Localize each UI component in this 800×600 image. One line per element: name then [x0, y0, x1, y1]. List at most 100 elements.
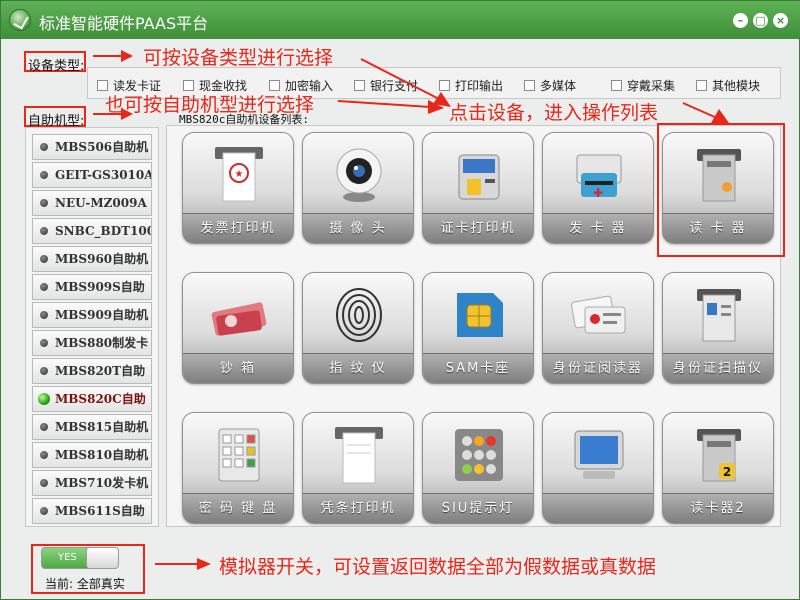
status-dot-icon	[38, 393, 50, 405]
device-tile[interactable]: 摄 像 头	[302, 132, 414, 244]
device-tile-label: 发票打印机	[183, 213, 293, 243]
toggle-hint-arrow-icon	[155, 558, 211, 570]
maximize-button[interactable]: □	[753, 13, 768, 28]
status-dot-icon	[40, 283, 48, 291]
device-tile-label: 身份证阅读器	[543, 353, 653, 383]
model-item-label: NEU-MZ009A	[55, 196, 147, 210]
device-tile[interactable]: 凭条打印机	[302, 412, 414, 524]
status-dot-icon	[40, 479, 48, 487]
toggle-on-label: YES	[42, 548, 88, 568]
device-tile[interactable]: SAM卡座	[422, 272, 534, 384]
status-dot-icon	[40, 255, 48, 263]
minimize-button[interactable]: –	[733, 13, 748, 28]
close-button[interactable]: ×	[773, 13, 788, 28]
device-tile-label: SAM卡座	[423, 353, 533, 383]
model-item[interactable]: GEIT-GS3010A	[32, 162, 152, 188]
model-item[interactable]: MBS960自助机	[32, 246, 152, 272]
model-item-label: MBS880制发卡	[55, 336, 149, 350]
model-item[interactable]: MBS880制发卡	[32, 330, 152, 356]
status-dot-icon	[40, 339, 48, 347]
device-tile-label: 钞 箱	[183, 353, 293, 383]
model-item-label: MBS815自助机	[55, 420, 149, 434]
status-dot-icon	[40, 507, 48, 515]
model-to-device-arrow-icon	[337, 100, 444, 114]
device-tile[interactable]: 2 读卡器2	[662, 412, 774, 524]
status-dot-icon	[40, 199, 48, 207]
model-item[interactable]: MBS909自助机	[32, 302, 152, 328]
model-item-label: MBS820T自助	[55, 364, 146, 378]
model-item-label: GEIT-GS3010A	[55, 168, 152, 182]
status-dot-icon	[40, 311, 48, 319]
device-tile-label: 读卡器2	[663, 493, 773, 523]
checkbox[interactable]	[524, 80, 535, 91]
model-item[interactable]: MBS710发卡机	[32, 470, 152, 496]
app-logo-icon	[9, 9, 31, 31]
device-tile-label: SIU提示灯	[423, 493, 533, 523]
device-tile-label: 指 纹 仪	[303, 353, 413, 383]
svg-text:✚: ✚	[593, 186, 603, 200]
model-item[interactable]: SNBC_BDT1000J	[32, 218, 152, 244]
category-option[interactable]: 多媒体	[524, 77, 576, 94]
status-dot-icon	[40, 423, 48, 431]
device-tile-label: 凭条打印机	[303, 493, 413, 523]
model-item-label: MBS909S自助	[55, 280, 145, 294]
device-tile-label: 摄 像 头	[303, 213, 413, 243]
svg-text:★: ★	[235, 169, 244, 180]
status-dot-icon	[40, 171, 48, 179]
simulator-toggle[interactable]: YES	[41, 547, 119, 569]
device-tile[interactable]: 指 纹 仪	[302, 272, 414, 384]
device-tile[interactable]: 钞 箱	[182, 272, 294, 384]
status-dot-icon	[40, 367, 48, 375]
model-item-label: MBS820C自助	[55, 392, 146, 406]
device-tile[interactable]: ✚ 发 卡 器	[542, 132, 654, 244]
device-tile[interactable]: SIU提示灯	[422, 412, 534, 524]
model-item-label: MBS710发卡机	[55, 476, 149, 490]
category-option[interactable]: 其他模块	[696, 77, 760, 94]
device-tile-label	[543, 493, 653, 523]
model-item[interactable]: MBS611S自助	[32, 498, 152, 524]
model-item[interactable]: MBS820C自助	[32, 386, 152, 412]
model-item[interactable]: MBS815自助机	[32, 414, 152, 440]
device-tile-label: 密 码 键 盘	[183, 493, 293, 523]
model-item-label: MBS611S自助	[55, 504, 145, 518]
device-tile[interactable]: 身份证阅读器	[542, 272, 654, 384]
device-tile-label: 证卡打印机	[423, 213, 533, 243]
category-label: 设备类型:	[28, 59, 85, 74]
device-tile[interactable]	[542, 412, 654, 524]
device-tile[interactable]: 密 码 键 盘	[182, 412, 294, 524]
category-option[interactable]: 穿戴采集	[611, 77, 675, 94]
status-dot-icon	[40, 227, 48, 235]
device-hint: 点击设备，进入操作列表	[449, 102, 659, 124]
device-tile-label: 身份证扫描仪	[663, 353, 773, 383]
model-item[interactable]: MBS810自助机	[32, 442, 152, 468]
model-item[interactable]: MBS909S自助	[32, 274, 152, 300]
model-item[interactable]: MBS506自助机	[32, 134, 152, 160]
device-tile[interactable]: ★ 发票打印机	[182, 132, 294, 244]
svg-text:2: 2	[723, 465, 731, 479]
category-option-label: 打印输出	[455, 79, 504, 93]
model-item-label: MBS960自助机	[55, 252, 149, 266]
model-item[interactable]: MBS820T自助	[32, 358, 152, 384]
category-hint-arrow-icon	[93, 50, 133, 62]
category-option-label: 多媒体	[540, 79, 577, 93]
category-hint: 可按设备类型进行选择	[143, 47, 334, 69]
title-bar: 标准智能硬件PAAS平台 – □ ×	[1, 1, 800, 39]
model-item[interactable]: NEU-MZ009A	[32, 190, 152, 216]
checkbox[interactable]	[696, 80, 707, 91]
model-item-label: MBS909自助机	[55, 308, 149, 322]
toggle-hint: 模拟器开关，可设置返回数据全部为假数据或真数据	[219, 556, 657, 578]
checkbox[interactable]	[611, 80, 622, 91]
device-tile-label: 发 卡 器	[543, 213, 653, 243]
model-item-label: MBS810自助机	[55, 448, 149, 462]
window-title: 标准智能硬件PAAS平台	[39, 14, 209, 33]
status-dot-icon	[40, 451, 48, 459]
device-tile[interactable]: 证卡打印机	[422, 132, 534, 244]
model-item-label: MBS506自助机	[55, 140, 149, 154]
app-window: 标准智能硬件PAAS平台 – □ × 设备类型: 读发卡证 现金收找 加密输入 银行支…	[0, 0, 800, 600]
toggle-knob[interactable]	[86, 548, 118, 568]
device-tile[interactable]: 身份证扫描仪	[662, 272, 774, 384]
model-item-label: SNBC_BDT1000J	[55, 224, 151, 238]
category-option-label: 其他模块	[712, 79, 761, 93]
status-dot-icon	[40, 143, 48, 151]
category-option-label: 穿戴采集	[627, 79, 676, 93]
